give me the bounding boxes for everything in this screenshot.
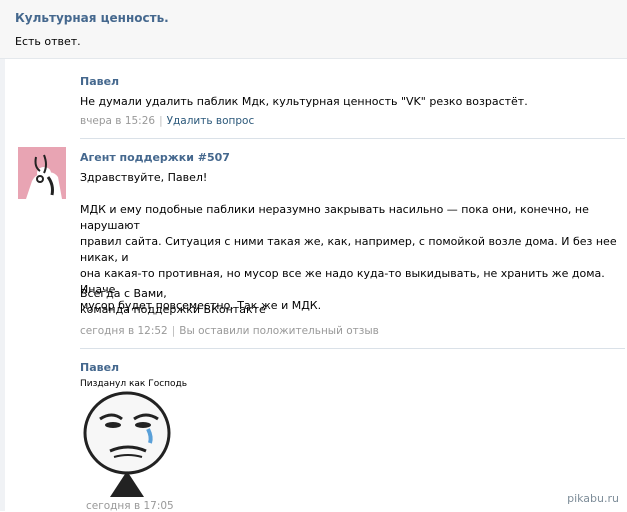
question-text: Не думали удалить паблик Мдк, культурная… [80, 95, 528, 108]
site-watermark: pikabu.ru [567, 492, 619, 505]
reply-timestamp[interactable]: сегодня в 17:05 [86, 500, 174, 512]
support-agent-avatar[interactable] [18, 147, 66, 199]
meta-separator: | [159, 115, 163, 127]
question-title: Культурная ценность. [15, 11, 169, 25]
left-gutter [0, 59, 5, 511]
agent-illustration-icon [18, 147, 66, 199]
reply-author-link[interactable]: Павел [80, 361, 119, 374]
feedback-status: Вы оставили положительный отзыв [179, 325, 379, 337]
answer-status: Есть ответ. [15, 35, 81, 48]
meta-separator: | [171, 325, 176, 337]
delete-question-link[interactable]: Удалить вопрос [167, 115, 255, 127]
question-meta: вчера в 15:26 | Удалить вопрос [80, 115, 254, 127]
answer-timestamp[interactable]: сегодня в 12:52 [80, 325, 168, 337]
rage-face-meme-icon [83, 391, 171, 497]
question-header: Культурная ценность. Есть ответ. [0, 0, 627, 59]
divider [80, 348, 625, 349]
question-author-link[interactable]: Павел [80, 75, 119, 88]
divider [80, 138, 625, 139]
answer-author-link[interactable]: Агент поддержки #507 [80, 151, 230, 164]
answer-meta: сегодня в 12:52 | Вы оставили положительны… [80, 325, 379, 337]
answer-greeting: Здравствуйте, Павел! [80, 171, 208, 184]
question-timestamp[interactable]: вчера в 15:26 [80, 115, 155, 127]
answer-signoff: Всегда с Вами, команда поддержки ВКонтак… [80, 287, 266, 316]
